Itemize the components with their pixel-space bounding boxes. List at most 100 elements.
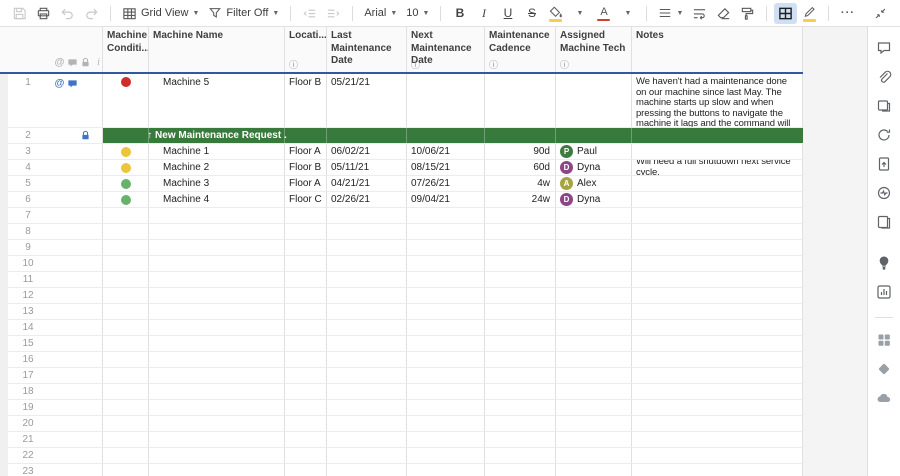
cell-maintenance-cadence[interactable] [485, 448, 556, 464]
cell-machine-name[interactable] [149, 432, 285, 448]
cell-maintenance-cadence[interactable] [485, 352, 556, 368]
cell-machine-name[interactable] [149, 352, 285, 368]
row-number[interactable]: 15 [8, 336, 48, 352]
cell-machine-condition[interactable] [103, 320, 149, 336]
cell-machine-name[interactable]: Machine 5 [149, 74, 285, 128]
cell-machine-name[interactable] [149, 320, 285, 336]
column-header-last[interactable]: Last Maintenance Date [327, 27, 407, 72]
cell-location[interactable] [285, 208, 327, 224]
cell-last-maintenance-date[interactable] [327, 288, 407, 304]
row-number[interactable]: 8 [8, 224, 48, 240]
cell-maintenance-cadence[interactable] [485, 320, 556, 336]
cell-machine-condition[interactable] [103, 416, 149, 432]
cell-assigned-tech[interactable] [556, 416, 632, 432]
cell-last-maintenance-date[interactable]: 02/26/21 [327, 192, 407, 208]
indent-icon[interactable] [322, 3, 345, 24]
cell-notes[interactable] [632, 448, 803, 464]
comments-icon[interactable] [872, 36, 896, 60]
undo-icon[interactable] [56, 3, 79, 24]
cell-next-maintenance-date[interactable]: 08/15/21 [407, 160, 485, 176]
grid-corner-cell[interactable]: @i [0, 27, 103, 72]
cell-location[interactable] [285, 272, 327, 288]
cell-assigned-tech[interactable] [556, 256, 632, 272]
bold-button[interactable]: B [448, 3, 471, 24]
cell-next-maintenance-date[interactable] [407, 384, 485, 400]
row-number[interactable]: 7 [8, 208, 48, 224]
cloud-icon[interactable] [872, 386, 896, 410]
info-icon[interactable]: ⓘ [289, 60, 298, 71]
cell-maintenance-cadence[interactable] [485, 416, 556, 432]
collapse-toolbar-icon[interactable] [869, 3, 892, 24]
row-number[interactable]: 20 [8, 416, 48, 432]
cell-maintenance-cadence[interactable]: 60d [485, 160, 556, 176]
text-color-button[interactable]: A [592, 3, 615, 24]
cell-assigned-tech[interactable] [556, 224, 632, 240]
filter-button[interactable]: Filter Off ▼ [204, 3, 283, 24]
cell-assigned-tech[interactable] [556, 208, 632, 224]
cell-location[interactable] [285, 432, 327, 448]
cell-notes[interactable] [632, 240, 803, 256]
cell-maintenance-cadence[interactable] [485, 272, 556, 288]
cell-next-maintenance-date[interactable] [407, 368, 485, 384]
cell-machine-name[interactable] [149, 272, 285, 288]
cell-machine-condition[interactable] [103, 304, 149, 320]
cell-machine-condition[interactable] [103, 448, 149, 464]
cell-notes[interactable] [632, 416, 803, 432]
update-requests-icon[interactable] [872, 123, 896, 147]
cell-machine-condition[interactable] [103, 256, 149, 272]
row-number[interactable]: 19 [8, 400, 48, 416]
cell-machine-condition[interactable] [103, 224, 149, 240]
row-number[interactable]: 4 [8, 160, 48, 176]
cell-next-maintenance-date[interactable]: 10/06/21 [407, 144, 485, 160]
cell-machine-name[interactable] [149, 208, 285, 224]
row-number[interactable]: 14 [8, 320, 48, 336]
row-number[interactable]: 1 [8, 74, 48, 128]
cell-location[interactable] [285, 224, 327, 240]
cell-location[interactable] [285, 352, 327, 368]
cell-machine-name[interactable] [149, 288, 285, 304]
cell-notes[interactable] [632, 208, 803, 224]
cell-maintenance-cadence[interactable]: 90d [485, 144, 556, 160]
cell-next-maintenance-date[interactable] [407, 288, 485, 304]
column-header-location[interactable]: Locati...ⓘ [285, 27, 327, 72]
cell-assigned-tech[interactable]: DDyna [556, 160, 632, 176]
cell-last-maintenance-date[interactable] [327, 272, 407, 288]
cell-last-maintenance-date[interactable] [327, 240, 407, 256]
cell-assigned-tech[interactable] [556, 304, 632, 320]
cell-machine-name[interactable]: Machine 1 [149, 144, 285, 160]
cell-location[interactable] [285, 368, 327, 384]
cell-machine-condition[interactable] [103, 464, 149, 476]
cell-next-maintenance-date[interactable] [407, 256, 485, 272]
cell-notes[interactable]: Will need a full shutdown next service c… [632, 160, 803, 176]
cell-last-maintenance-date[interactable] [327, 448, 407, 464]
apps-grid-icon[interactable] [872, 328, 896, 352]
row-number[interactable]: 3 [8, 144, 48, 160]
cell-last-maintenance-date[interactable] [327, 384, 407, 400]
row-number[interactable]: 13 [8, 304, 48, 320]
cell-maintenance-cadence[interactable] [485, 368, 556, 384]
cell-maintenance-cadence[interactable] [485, 224, 556, 240]
row-number[interactable]: 22 [8, 448, 48, 464]
row-number[interactable]: 21 [8, 432, 48, 448]
cell-notes[interactable]: We haven't had a maintenance done on our… [632, 74, 803, 128]
cell-assigned-tech[interactable] [556, 320, 632, 336]
cell-machine-name[interactable] [149, 416, 285, 432]
cell-notes[interactable] [632, 176, 803, 192]
cell-notes[interactable] [632, 224, 803, 240]
cell-location[interactable] [285, 256, 327, 272]
column-header-condition[interactable]: Machine Conditi... [103, 27, 149, 72]
cell-last-maintenance-date[interactable] [327, 368, 407, 384]
cell-assigned-tech[interactable] [556, 384, 632, 400]
cell-maintenance-cadence[interactable] [485, 336, 556, 352]
cell-location[interactable] [285, 336, 327, 352]
align-button[interactable]: ▼ [654, 3, 687, 24]
cell-next-maintenance-date[interactable] [407, 448, 485, 464]
cell-machine-condition[interactable] [103, 288, 149, 304]
cell-location[interactable]: Floor B [285, 160, 327, 176]
cell-notes[interactable] [632, 272, 803, 288]
row-number[interactable]: 5 [8, 176, 48, 192]
cell-next-maintenance-date[interactable] [407, 304, 485, 320]
cell-machine-condition[interactable] [103, 240, 149, 256]
cell-notes[interactable] [632, 432, 803, 448]
cell-location[interactable] [285, 240, 327, 256]
